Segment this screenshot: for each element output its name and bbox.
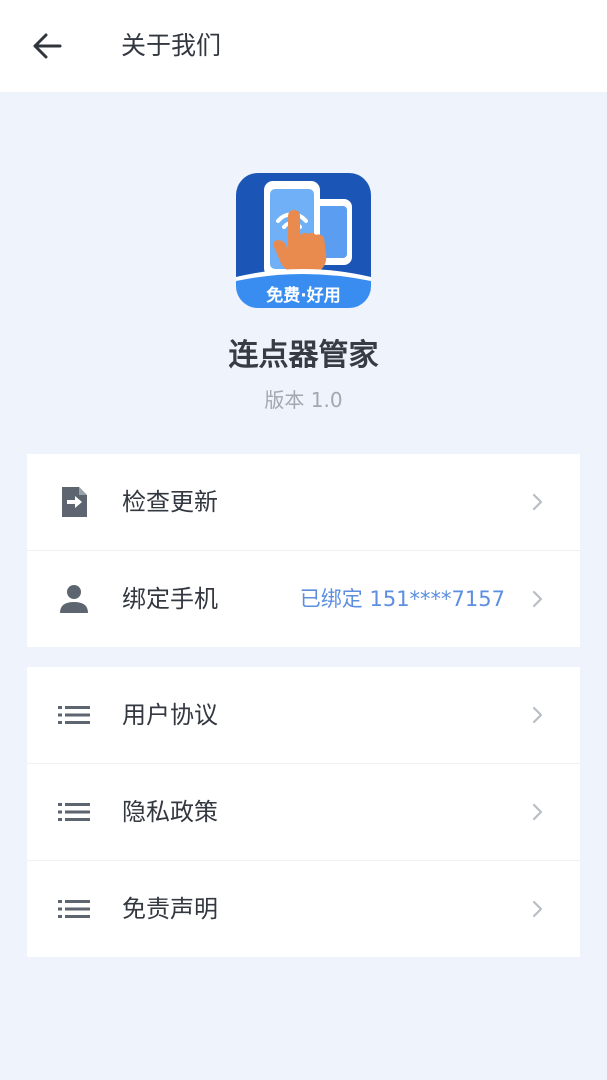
- bound-phone-value: 已绑定 151****7157: [299, 587, 505, 611]
- chevron-right-icon: [532, 493, 543, 511]
- bind-phone-row[interactable]: 绑定手机 已绑定 151****7157: [27, 551, 580, 647]
- settings-group-2: 用户协议 隐私政策 免责声明: [27, 667, 580, 957]
- app-version: 版本 1.0: [264, 388, 343, 412]
- logo-text: 免费·好用: [266, 285, 340, 306]
- privacy-policy-label: 隐私政策: [122, 798, 218, 826]
- chevron-right-icon: [532, 706, 543, 724]
- chevron-right-icon: [532, 803, 543, 821]
- disclaimer-label: 免责声明: [122, 895, 218, 923]
- user-agreement-label: 用户协议: [122, 701, 218, 729]
- back-button[interactable]: [24, 26, 70, 66]
- chevron-right-icon: [532, 590, 543, 608]
- app-name: 连点器管家: [228, 338, 379, 373]
- check-update-row[interactable]: 检查更新: [27, 454, 580, 551]
- check-update-label: 检查更新: [122, 488, 218, 516]
- arrow-left-icon: [33, 33, 62, 59]
- page-title: 关于我们: [121, 31, 222, 60]
- list-icon: [57, 891, 91, 927]
- bind-phone-label: 绑定手机: [122, 585, 218, 613]
- disclaimer-row[interactable]: 免责声明: [27, 861, 580, 957]
- user-agreement-row[interactable]: 用户协议: [27, 667, 580, 764]
- chevron-right-icon: [532, 900, 543, 918]
- app-logo: 免费·好用: [236, 173, 371, 308]
- settings-group-1: 检查更新 绑定手机 已绑定 151****7157: [27, 454, 580, 647]
- privacy-policy-row[interactable]: 隐私政策: [27, 764, 580, 861]
- document-arrow-icon: [57, 484, 91, 520]
- top-bar: 关于我们: [0, 0, 607, 92]
- list-icon: [57, 794, 91, 830]
- user-icon: [57, 581, 91, 617]
- list-icon: [57, 697, 91, 733]
